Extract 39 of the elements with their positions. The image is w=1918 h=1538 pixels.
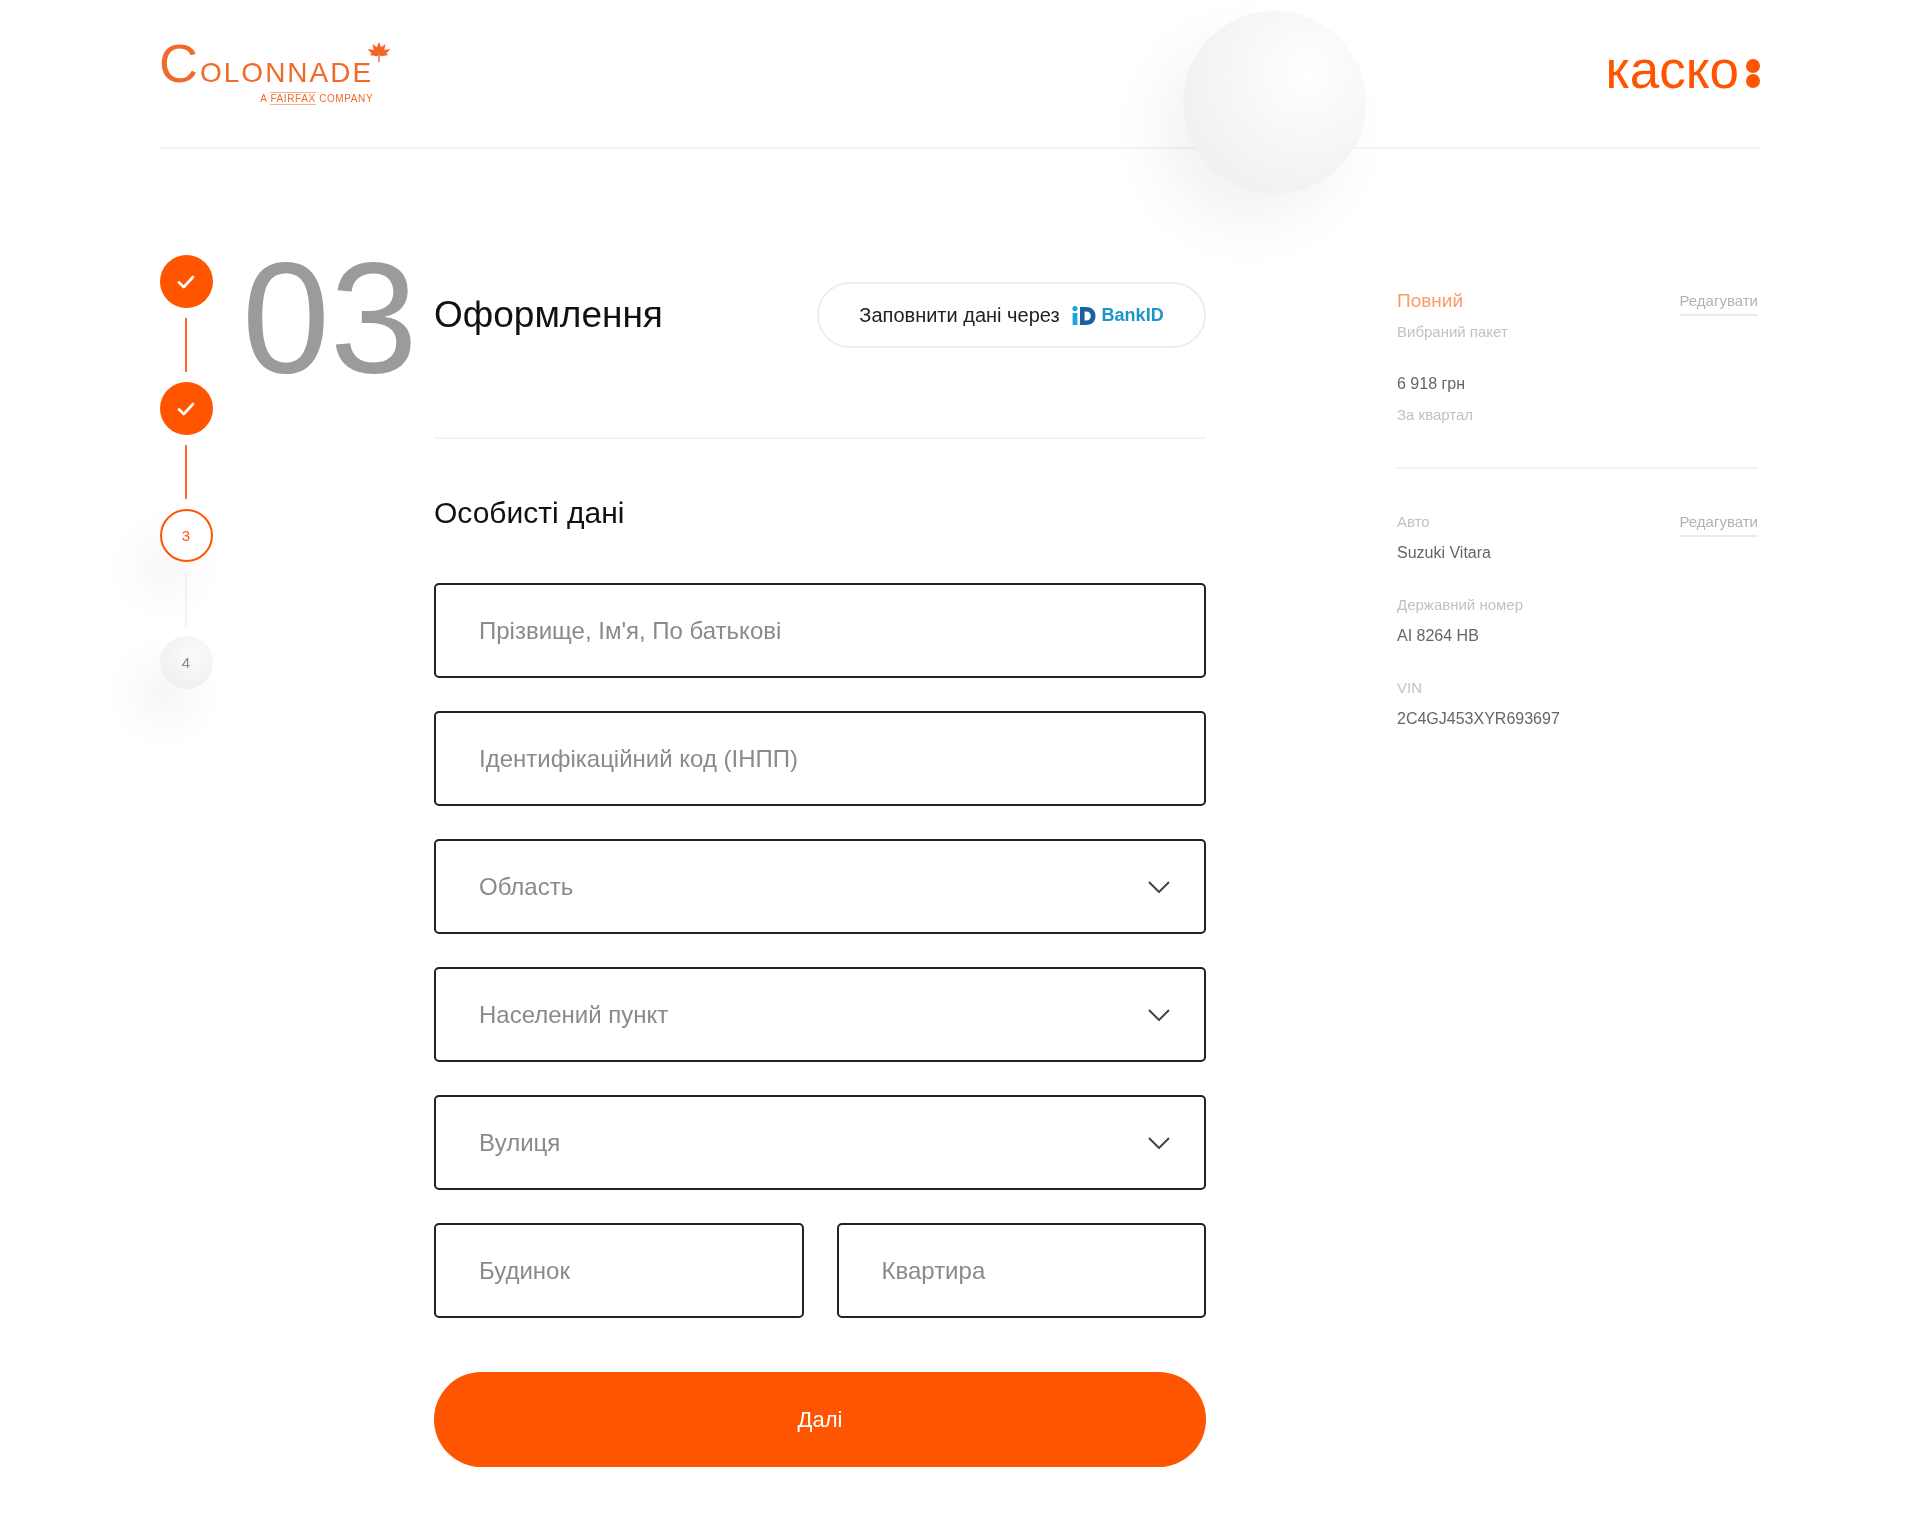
detail-value: AI 8264 HB (1397, 626, 1480, 646)
detail-value: Suzuki Vitara (1397, 543, 1492, 563)
dropdown-field[interactable]: Вулиця (434, 1095, 1206, 1190)
text-field[interactable]: Будинок (434, 1223, 804, 1318)
edit-link[interactable]: Редагувати (1679, 291, 1758, 316)
step-indicator: 3 (159, 509, 213, 562)
step-connector (185, 318, 187, 372)
step-indicator: 4 (159, 636, 213, 689)
detail-label: Авто (1397, 512, 1431, 532)
background-step-number: 03 (242, 238, 418, 396)
text-field[interactable]: Квартира (836, 1223, 1206, 1318)
chevron-down-icon (1148, 1008, 1170, 1021)
price-period: За квартал (1397, 405, 1475, 425)
detail-label: VIN (1397, 678, 1423, 698)
price-amount: 6 918 грн (1397, 374, 1467, 394)
detail-value: 2C4GJ453XYR693697 (1397, 709, 1560, 729)
text-field[interactable]: Ідентифікаційний код (ІНПП) (434, 711, 1206, 806)
text-field[interactable]: Прізвище, Ім'я, По батькові (434, 583, 1206, 678)
logo-wordmark: COLONNADE (159, 36, 374, 90)
maple-leaf-icon (367, 42, 392, 62)
chevron-down-icon (1148, 880, 1170, 893)
checkmark-icon (177, 401, 195, 416)
dropdown-field[interactable]: Область (434, 839, 1206, 934)
detail-label: Державний номер (1397, 595, 1525, 615)
edit-link[interactable]: Редагувати (1679, 512, 1758, 537)
next-button[interactable]: Далі (434, 1372, 1206, 1467)
logo-tagline: A FAIRFAX COMPANY (260, 93, 374, 105)
product-wordmark: каско (1605, 43, 1739, 96)
chevron-down-icon (1148, 1136, 1170, 1149)
id-logo-icon (1071, 305, 1096, 325)
dropdown-field[interactable]: Населений пункт (434, 967, 1206, 1062)
section-title: Особисті дані (434, 495, 626, 531)
step-connector (185, 445, 187, 499)
package-name: Повний (1397, 291, 1465, 311)
page-title: Оформлення (434, 292, 663, 337)
checkmark-icon (177, 274, 195, 289)
dots-icon (1746, 59, 1760, 88)
bankid-button[interactable]: Заповнити дані через BankID (817, 282, 1206, 348)
package-caption: Вибраний пакет (1397, 322, 1508, 342)
